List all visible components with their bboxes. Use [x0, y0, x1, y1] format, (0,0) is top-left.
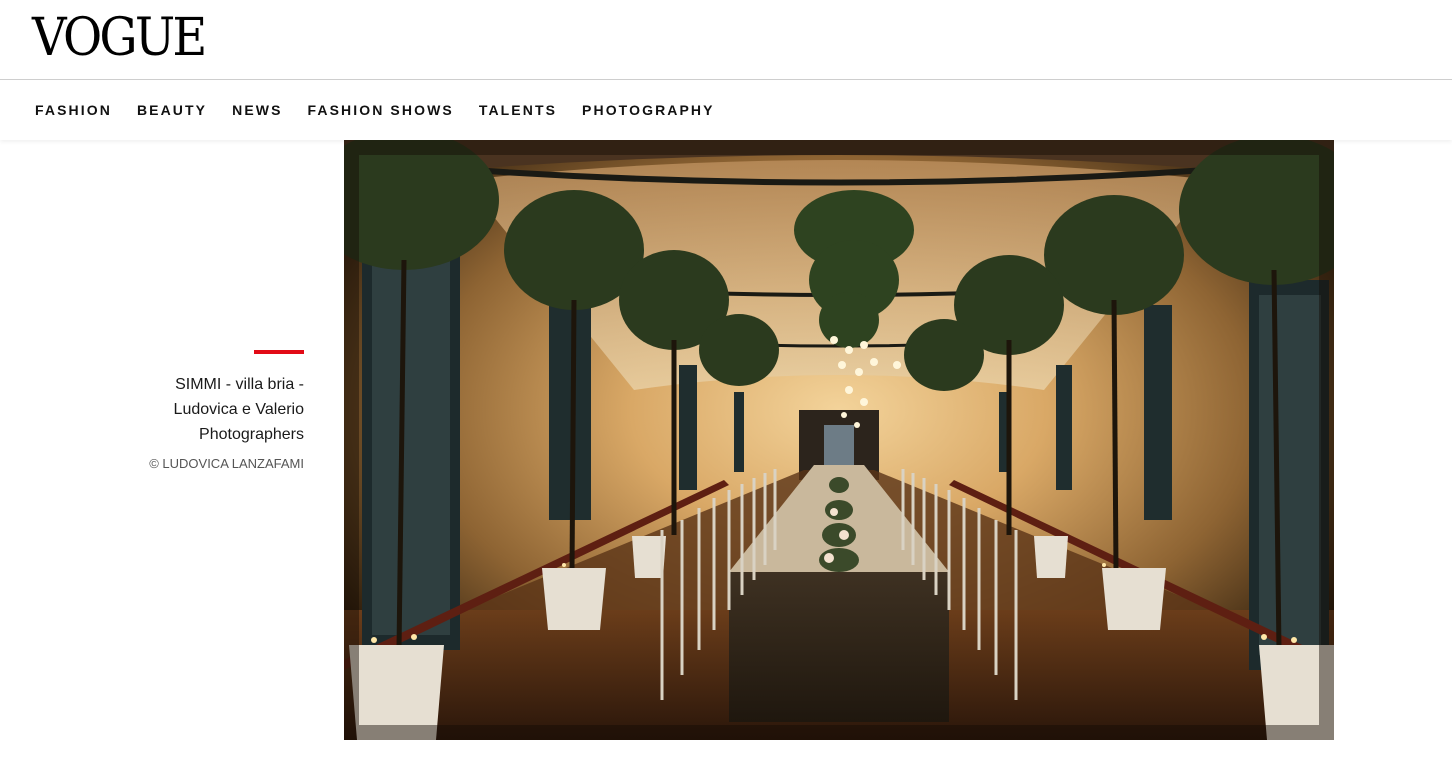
- nav-item-talents[interactable]: TALENTS: [479, 101, 557, 119]
- nav-item-news[interactable]: NEWS: [232, 101, 282, 119]
- nav-item-photography[interactable]: PHOTOGRAPHY: [582, 101, 715, 119]
- main-nav: FASHION BEAUTY NEWS FASHION SHOWS TALENT…: [0, 80, 1452, 140]
- caption-title-line: SIMMI - villa bria -: [175, 376, 304, 393]
- photo-illustration: [344, 140, 1334, 740]
- photo-credit: © LUDOVICA LANZAFAMI: [149, 456, 304, 471]
- nav-item-beauty[interactable]: BEAUTY: [137, 101, 207, 119]
- nav-item-fashion[interactable]: FASHION: [35, 101, 112, 119]
- site-header: VOGUE: [0, 0, 1452, 80]
- caption-title-line: Ludovica e Valerio: [173, 401, 304, 418]
- caption-accent-rule: [254, 350, 304, 354]
- nav-item-fashion-shows[interactable]: FASHION SHOWS: [308, 101, 454, 119]
- caption-title-line: Photographers: [199, 426, 304, 443]
- caption-title: SIMMI - villa bria - Ludovica e Valerio …: [120, 372, 304, 447]
- wedding-table-photo[interactable]: [344, 140, 1334, 740]
- vogue-logo[interactable]: VOGUE: [32, 9, 207, 67]
